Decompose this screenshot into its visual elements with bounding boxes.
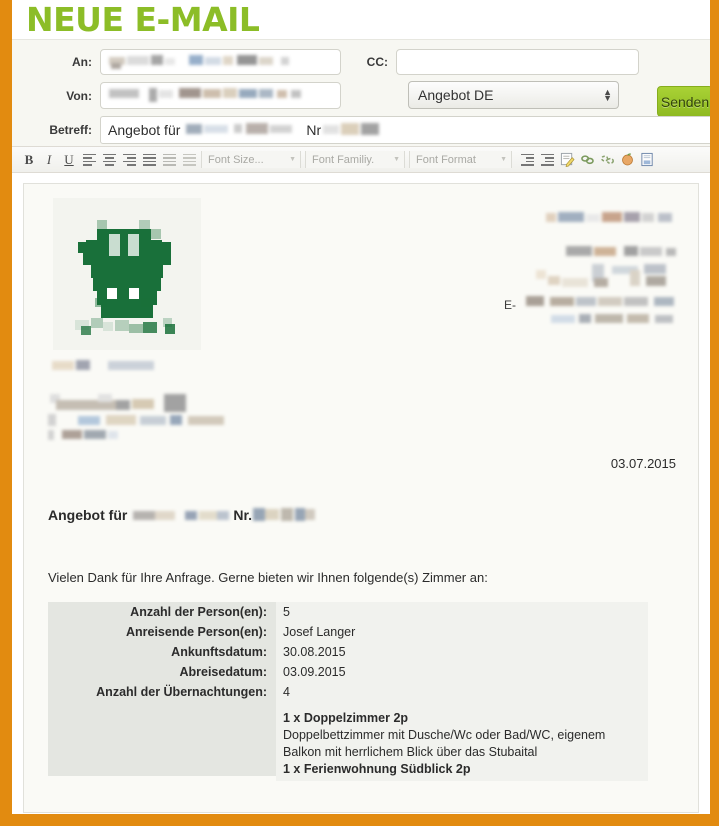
detail-key: Abreisedatum:: [48, 662, 276, 682]
chevron-down-icon: ▼: [289, 156, 296, 163]
detail-value: 4: [276, 682, 648, 702]
table-row: Anreisende Person(en): Josef Langer: [48, 622, 648, 642]
table-row: Anzahl der Übernachtungen: 4: [48, 682, 648, 702]
detail-value: 30.08.2015: [276, 642, 648, 662]
field-row-subject: Betreff: Angebot für Nr: [12, 116, 710, 144]
from-redaction: [109, 88, 309, 102]
bold-icon[interactable]: B: [19, 150, 39, 169]
send-button[interactable]: Senden: [657, 86, 710, 117]
align-right-icon[interactable]: [119, 150, 139, 169]
logo-subtext-redaction: [50, 360, 170, 372]
font-family-label: Font Familiy.: [312, 153, 375, 166]
link-icon[interactable]: [577, 150, 597, 169]
field-row-from: Von:: [12, 82, 341, 109]
room-title: 1 x Doppelzimmer 2p: [283, 711, 409, 725]
room-desc-line1: Doppelbettzimmer mit Dusche/Wc oder Bad/…: [283, 728, 606, 742]
spinner-arrows-icon: ▲ ▼: [603, 87, 612, 103]
subject-redaction-2: [323, 123, 385, 137]
unlink-icon[interactable]: [597, 150, 617, 169]
rooms-key-spacer: [48, 702, 276, 776]
subject-redaction-1: [184, 123, 302, 137]
template-select-value: Angebot DE: [418, 87, 494, 103]
ordered-list-icon[interactable]: [159, 150, 179, 169]
field-row-template: Angebot DE ▲ ▼: [408, 81, 619, 109]
outdent-icon[interactable]: [517, 150, 537, 169]
offer-number-label: Nr.: [233, 507, 253, 523]
to-label: An:: [72, 55, 92, 69]
offer-heading-text: Angebot für: [48, 507, 128, 523]
font-family-select[interactable]: Font Familiy. ▼: [305, 151, 405, 168]
align-justify-icon[interactable]: [139, 150, 159, 169]
room-desc-line2: Balkon mit herrlichem Blick über das Stu…: [283, 745, 538, 759]
rooms-list: 1 x Doppelzimmer 2p Doppelbettzimmer mit…: [276, 702, 648, 781]
email-body-editor[interactable]: E- 03.07.2015 Angebot für Nr. Vielen Dan…: [23, 183, 699, 813]
spellcheck-icon[interactable]: [557, 150, 577, 169]
offer-heading: Angebot für Nr.: [48, 507, 316, 523]
table-row: Abreisedatum: 03.09.2015: [48, 662, 648, 682]
cc-input[interactable]: [396, 49, 639, 75]
send-button-wrap: Senden: [657, 86, 710, 117]
font-format-select[interactable]: Font Format ▼: [409, 151, 512, 168]
align-left-icon[interactable]: [79, 150, 99, 169]
booking-details-table: Anzahl der Person(en): 5 Anreisende Pers…: [48, 602, 648, 781]
detail-key: Ankunftsdatum:: [48, 642, 276, 662]
page-title: NEUE E-MAIL: [26, 0, 260, 39]
detail-key: Anreisende Person(en):: [48, 622, 276, 642]
detail-value: Josef Langer: [276, 622, 648, 642]
address-block-redaction: [48, 394, 268, 440]
window-content: NEUE E-MAIL An: Von: CC: Angebot DE ▲ ▼ …: [12, 0, 710, 814]
detail-value: 5: [276, 602, 648, 622]
chevron-down-icon: ▼: [393, 156, 400, 163]
underline-icon[interactable]: U: [59, 150, 79, 169]
font-size-label: Font Size...: [208, 153, 264, 166]
sender-contact-redaction: E-: [504, 204, 676, 329]
intro-text: Vielen Dank für Ihre Anfrage. Gerne biet…: [48, 570, 488, 585]
cow-head-logo-svg: [53, 198, 201, 350]
letter-date: 03.07.2015: [610, 456, 676, 471]
font-size-select[interactable]: Font Size... ▼: [201, 151, 301, 168]
detail-key: Anzahl der Übernachtungen:: [48, 682, 276, 702]
editor-body-wrap: E- 03.07.2015 Angebot für Nr. Vielen Dan…: [12, 173, 710, 813]
table-row-rooms: 1 x Doppelzimmer 2p Doppelbettzimmer mit…: [48, 702, 648, 781]
room-title-2: 1 x Ferienwohnung Südblick 2p: [283, 762, 471, 776]
field-row-to: An:: [12, 49, 341, 75]
offer-number-redaction: [253, 508, 316, 522]
email-composer-window: NEUE E-MAIL An: Von: CC: Angebot DE ▲ ▼ …: [0, 0, 719, 826]
detail-value: 03.09.2015: [276, 662, 648, 682]
offer-name-redaction: [133, 509, 230, 522]
table-row: Anzahl der Person(en): 5: [48, 602, 648, 622]
template-select[interactable]: Angebot DE ▲ ▼: [408, 81, 619, 109]
from-input[interactable]: [100, 82, 341, 109]
source-code-icon[interactable]: [637, 150, 657, 169]
unordered-list-icon[interactable]: [179, 150, 199, 169]
cow-head-logo-icon: [53, 198, 201, 350]
email-prefix-label: E-: [504, 298, 516, 312]
subject-text-head: Angebot für: [108, 122, 181, 138]
from-label: Von:: [66, 88, 92, 103]
subject-label: Betreff:: [49, 123, 92, 137]
chevron-down-icon: ▼: [500, 156, 507, 163]
indent-icon[interactable]: [537, 150, 557, 169]
table-watermark: [62, 762, 65, 774]
editor-toolbar: B I U Font Size... ▼ Font Familiy. ▼ Fon…: [12, 146, 710, 173]
italic-icon[interactable]: I: [39, 150, 59, 169]
subject-input[interactable]: Angebot für Nr: [100, 116, 710, 144]
to-redaction: [109, 55, 289, 69]
align-center-icon[interactable]: [99, 150, 119, 169]
font-format-label: Font Format: [416, 153, 476, 166]
compose-header-form: An: Von: CC: Angebot DE ▲ ▼ Senden Betre…: [12, 39, 710, 146]
table-row: Ankunftsdatum: 30.08.2015: [48, 642, 648, 662]
cc-label: CC:: [366, 55, 388, 69]
field-row-cc: CC:: [350, 49, 639, 75]
subject-text-tail: Nr: [306, 122, 322, 138]
to-input[interactable]: [100, 49, 341, 75]
detail-key: Anzahl der Person(en):: [48, 602, 276, 622]
anchor-icon[interactable]: [617, 150, 637, 169]
